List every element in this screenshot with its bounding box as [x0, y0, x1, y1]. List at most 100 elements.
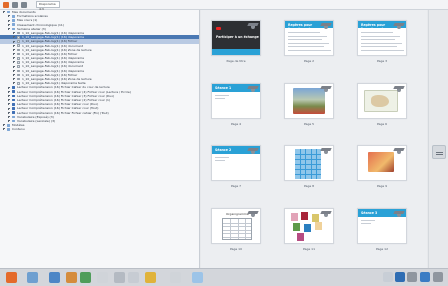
table-line	[230, 219, 232, 239]
picture-icon[interactable]	[420, 272, 430, 282]
table-line	[245, 219, 247, 239]
mail-icon[interactable]	[66, 272, 77, 283]
pen-icon[interactable]	[383, 272, 393, 282]
slide-thumbnail[interactable]	[284, 83, 334, 119]
globe-icon[interactable]	[395, 272, 405, 282]
text-line	[288, 35, 327, 37]
grid-line	[295, 169, 321, 170]
chevron-right-icon[interactable]	[3, 128, 5, 131]
image-icon[interactable]	[49, 272, 60, 283]
chevron-right-icon[interactable]	[8, 90, 10, 93]
chevron-right-icon[interactable]	[13, 36, 15, 39]
chat-icon[interactable]	[170, 272, 181, 283]
chevron-right-icon[interactable]	[13, 74, 15, 76]
chevron-right-icon[interactable]	[13, 69, 15, 72]
chevron-right-icon[interactable]	[13, 48, 15, 51]
folder-icon	[12, 15, 15, 18]
chevron-right-icon[interactable]	[8, 15, 10, 18]
slide-thumbnail[interactable]: Participer à un échange	[211, 20, 261, 56]
text-line	[288, 39, 322, 40]
chevron-right-icon[interactable]	[8, 19, 10, 22]
view-selector[interactable]: Diaporama 4:3	[36, 1, 60, 11]
slide-thumbnail[interactable]: Organigramme	[211, 208, 261, 244]
graduation-cap-icon	[321, 148, 331, 154]
collage-image	[315, 222, 322, 230]
grid-image	[295, 149, 321, 179]
text-line	[361, 223, 371, 224]
chevron-right-icon[interactable]	[8, 23, 10, 26]
book-icon	[12, 98, 15, 102]
grid-line	[295, 159, 321, 160]
chevron-right-icon[interactable]	[13, 57, 15, 60]
chevron-right-icon[interactable]	[8, 94, 10, 97]
slide-caption: Page 7	[230, 184, 242, 188]
collage-image	[297, 233, 304, 241]
artwork-image	[368, 152, 394, 172]
slide-caption: Page 8	[303, 184, 315, 188]
back-icon[interactable]	[12, 2, 18, 8]
export-icon[interactable]	[433, 272, 443, 282]
slide-thumbnail[interactable]: Repères pour l'enseignant	[357, 20, 407, 56]
app-menu-icon[interactable]	[6, 272, 17, 283]
document-icon[interactable]	[97, 272, 108, 283]
more-options-button[interactable]	[432, 145, 446, 159]
doc-icon	[17, 65, 20, 68]
doc-icon	[17, 44, 20, 47]
slide-title: Séance 1	[215, 86, 232, 90]
tree-row[interactable]: Contenu	[0, 127, 199, 131]
chevron-right-icon[interactable]	[8, 120, 10, 123]
text-line	[288, 32, 320, 33]
slide-thumbnail[interactable]	[357, 83, 407, 119]
folder-icon	[12, 19, 15, 22]
chevron-right-icon[interactable]	[8, 86, 10, 89]
slide-caption: Page 11	[302, 247, 316, 251]
slide-thumbnail[interactable]: Repères pour l'enseignant	[284, 20, 334, 56]
spreadsheet-icon[interactable]	[80, 272, 91, 283]
chevron-right-icon[interactable]	[13, 82, 15, 85]
text-line	[361, 49, 404, 51]
presentation-icon[interactable]	[114, 272, 125, 283]
chevron-right-icon[interactable]	[8, 107, 10, 110]
chevron-right-icon[interactable]	[8, 99, 10, 102]
chevron-right-icon[interactable]	[13, 44, 15, 47]
chevron-right-icon[interactable]	[13, 65, 15, 68]
slide-caption: Page 5	[303, 122, 315, 126]
graduation-cap-icon	[394, 23, 404, 29]
slide-caption: Page 4	[230, 122, 242, 126]
slide-thumbnail[interactable]: Séance 2	[211, 145, 261, 181]
folder-icon[interactable]	[27, 272, 38, 283]
image-icon[interactable]	[407, 272, 417, 282]
chevron-right-icon[interactable]	[13, 40, 15, 43]
chevron-right-icon[interactable]	[3, 11, 5, 14]
slide-thumbnail[interactable]: Séance 3	[357, 208, 407, 244]
folder-icon	[12, 119, 15, 123]
graduation-cap-icon	[248, 23, 258, 29]
forward-icon[interactable]	[21, 2, 27, 8]
slide-thumbnail[interactable]: Séance 1	[211, 83, 261, 119]
chevron-right-icon[interactable]	[8, 111, 10, 114]
chevron-right-icon[interactable]	[13, 32, 15, 35]
calendar-icon[interactable]	[128, 272, 139, 283]
top-toolbar: Diaporama 4:3	[0, 0, 448, 11]
chevron-right-icon[interactable]	[3, 124, 5, 127]
text-line	[361, 42, 402, 44]
chevron-right-icon[interactable]	[8, 27, 10, 30]
pdf-icon[interactable]	[145, 272, 156, 283]
folder-icon	[12, 23, 15, 27]
slide-thumbnail[interactable]	[284, 208, 334, 244]
slide-thumbnail[interactable]	[284, 145, 334, 181]
chevron-right-icon[interactable]	[13, 78, 15, 81]
side-panel	[428, 10, 448, 268]
ellipsis-icon	[436, 152, 443, 153]
chevron-right-icon[interactable]	[13, 61, 15, 64]
chevron-right-icon[interactable]	[8, 115, 10, 118]
media-icon[interactable]	[192, 272, 203, 283]
text-line	[215, 157, 229, 158]
slide-thumbnail[interactable]	[357, 145, 407, 181]
book-icon	[12, 86, 15, 89]
chevron-right-icon[interactable]	[8, 103, 10, 106]
bottom-taskbar	[0, 268, 448, 286]
doc-icon	[17, 31, 20, 35]
add-icon[interactable]	[3, 2, 9, 8]
chevron-right-icon[interactable]	[13, 53, 15, 56]
